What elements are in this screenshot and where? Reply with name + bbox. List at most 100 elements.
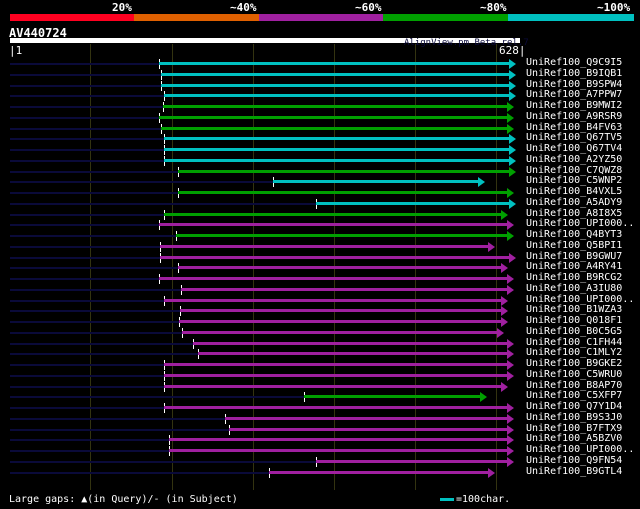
arrow-icon (507, 284, 514, 295)
query-line (10, 310, 180, 313)
arrow-icon (501, 306, 508, 317)
arrow-icon (478, 177, 485, 188)
hit-label[interactable]: UniRef100_A7PPW7 (526, 89, 622, 100)
query-line (10, 116, 159, 119)
query-line (10, 321, 179, 323)
hit-bar (181, 287, 509, 291)
hit-label[interactable]: UniRef100_UPI000.. (526, 444, 634, 455)
query-line (10, 428, 229, 431)
hit-label[interactable]: UniRef100_A9RSR9 (526, 111, 622, 122)
arrow-icon (488, 467, 495, 478)
hit-label[interactable]: UniRef100_Q9C9I5 (526, 57, 622, 68)
arrow-icon (507, 435, 514, 446)
query-line (10, 417, 225, 420)
hit-label[interactable]: UniRef100_A3IU80 (526, 283, 622, 294)
scale-legend: =100char. (440, 494, 510, 505)
hit-bar (178, 191, 509, 194)
arrow-icon (480, 392, 487, 403)
hit-label[interactable]: UniRef100_B9GWU7 (526, 251, 622, 262)
hit-label[interactable]: UniRef100_C5WRU0 (526, 369, 622, 380)
hit-label[interactable]: UniRef100_B9RCG2 (526, 272, 622, 283)
hit-bar (169, 438, 509, 442)
query-line (10, 278, 159, 280)
query-line (10, 170, 178, 173)
hit-label[interactable]: UniRef100_C5XFP7 (526, 390, 622, 401)
arrow-icon (507, 123, 514, 134)
hit-bar (225, 416, 509, 420)
query-line (10, 159, 164, 162)
query-line (10, 202, 316, 205)
hit-bar (161, 72, 511, 76)
scale-bar (440, 497, 454, 501)
hit-label[interactable]: UniRef100_B9IQB1 (526, 68, 622, 79)
hit-bar (160, 255, 511, 259)
hit-bar (316, 201, 511, 205)
hit-label[interactable]: UniRef100_Q4BYT3 (526, 229, 622, 240)
hit-bar (178, 266, 503, 270)
hit-label[interactable]: UniRef100_Q9FN54 (526, 455, 622, 466)
hit-label[interactable]: UniRef100_B9S3J0 (526, 412, 622, 423)
arrow-icon (507, 349, 514, 360)
hit-label[interactable]: UniRef100_B7FTX9 (526, 423, 622, 434)
arrow-icon (507, 112, 514, 123)
hit-label[interactable]: UniRef100_UPI000.. (526, 218, 634, 229)
hit-bar (179, 320, 503, 323)
hit-label[interactable]: UniRef100_B4VXL5 (526, 186, 622, 197)
query-line (10, 235, 176, 237)
hit-label[interactable]: UniRef100_B4FV63 (526, 122, 622, 133)
hit-row[interactable]: UniRef100_B9GTL4 (0, 466, 640, 478)
hit-label[interactable]: UniRef100_A5BZV0 (526, 433, 622, 444)
hit-label[interactable]: UniRef100_B0C5G5 (526, 326, 622, 337)
hit-label[interactable]: UniRef100_Q67TV5 (526, 132, 622, 143)
hit-label[interactable]: UniRef100_C1MLY2 (526, 347, 622, 358)
arrow-icon (509, 198, 516, 209)
arrow-icon (509, 59, 516, 69)
query-line (10, 73, 161, 76)
hit-bar (164, 212, 503, 216)
hit-bar (180, 309, 503, 313)
hit-label[interactable]: UniRef100_C1FH44 (526, 337, 622, 348)
hit-label[interactable]: UniRef100_B9GKE2 (526, 358, 622, 369)
query-line (10, 450, 169, 452)
hit-label[interactable]: UniRef100_Q7Y1D4 (526, 401, 622, 412)
hit-label[interactable]: UniRef100_Q5BPI1 (526, 240, 622, 251)
hit-label[interactable]: UniRef100_B1WZA3 (526, 304, 622, 315)
hit-bar (160, 244, 490, 248)
hit-label[interactable]: UniRef100_Q018F1 (526, 315, 622, 326)
arrow-icon (501, 381, 508, 392)
arrow-icon (507, 413, 514, 424)
hit-bar (178, 169, 511, 173)
hit-bar (164, 148, 511, 151)
legend-label: 20% (112, 1, 132, 14)
hit-label[interactable]: UniRef100_B9MWI2 (526, 100, 622, 111)
arrow-icon (507, 424, 514, 435)
arrow-icon (507, 360, 514, 370)
hit-label[interactable]: UniRef100_A4RY41 (526, 261, 622, 272)
query-line (10, 353, 198, 356)
hit-label[interactable]: UniRef100_A2YZ50 (526, 154, 622, 165)
hit-label[interactable]: UniRef100_A5ADY9 (526, 197, 622, 208)
hit-bar (161, 126, 509, 130)
hit-label[interactable]: UniRef100_B8AP70 (526, 380, 622, 391)
hit-bar (273, 180, 480, 184)
arrow-icon (507, 220, 514, 231)
hit-label[interactable]: UniRef100_Q67TV4 (526, 143, 622, 154)
query-line (10, 342, 193, 345)
arrow-icon (509, 166, 516, 177)
arrow-icon (501, 263, 508, 274)
arrow-icon (507, 403, 514, 413)
arrow-icon (509, 91, 516, 102)
query-line (10, 63, 159, 65)
hit-bar (164, 94, 511, 98)
hit-label[interactable]: UniRef100_B9GTL4 (526, 466, 622, 477)
hit-bar (164, 298, 503, 302)
query-line (10, 374, 164, 377)
legend-label: ~80% (480, 1, 507, 14)
hit-label[interactable]: UniRef100_UPI000.. (526, 294, 634, 305)
hit-label[interactable]: UniRef100_B9SPW4 (526, 79, 622, 90)
query-line (10, 460, 316, 463)
legend-segment (134, 14, 259, 21)
hit-label[interactable]: UniRef100_A8I8X5 (526, 208, 622, 219)
hit-label[interactable]: UniRef100_C7QWZ8 (526, 165, 622, 176)
hit-label[interactable]: UniRef100_C5WNP2 (526, 175, 622, 186)
